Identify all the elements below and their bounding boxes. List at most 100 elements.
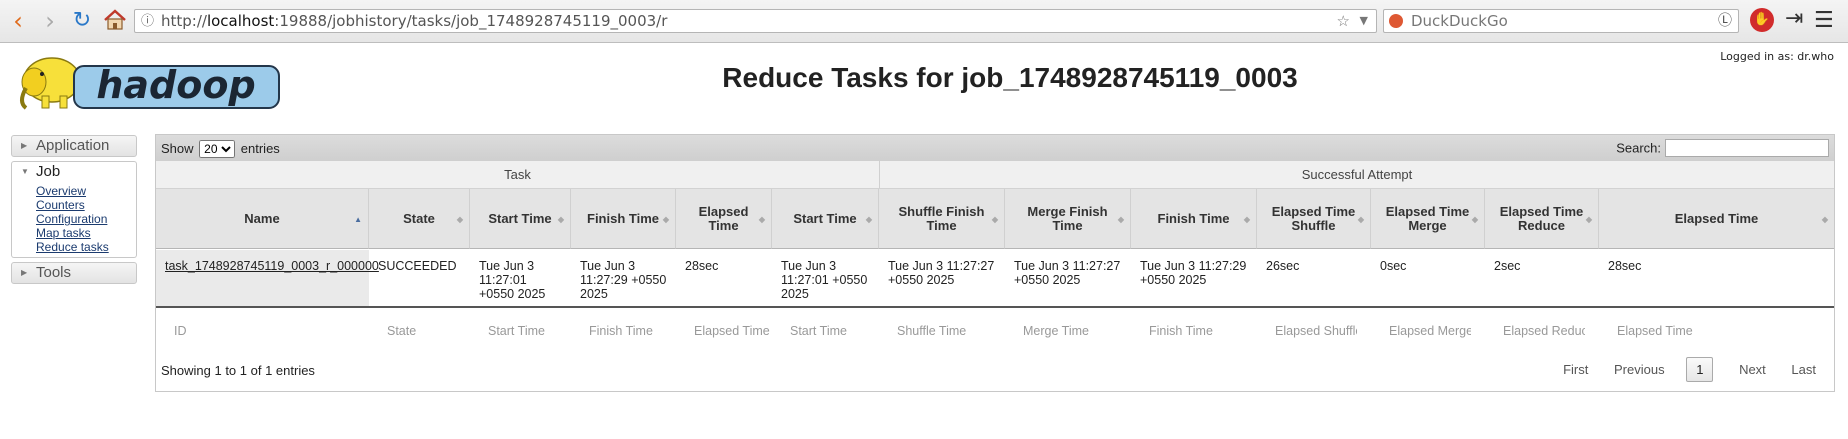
- link-map-tasks[interactable]: Map tasks: [36, 226, 136, 240]
- filter-elapsed-merge[interactable]: Elapsed Merge: [1371, 318, 1471, 344]
- group-header-successful-attempt: Successful Attempt: [880, 161, 1834, 189]
- col-elapsed-shuffle-header[interactable]: Elapsed Time Shuffle ◆: [1257, 189, 1371, 249]
- url-dropdown-icon[interactable]: ▼: [1360, 10, 1368, 32]
- col-name-header[interactable]: Name ▲: [156, 189, 369, 249]
- search-bar[interactable]: DuckDuckGo Ⓛ: [1383, 9, 1739, 33]
- sort-icon: ◆: [1117, 215, 1124, 224]
- reload-icon[interactable]: ↻: [68, 9, 96, 33]
- ublock-stop-icon[interactable]: ✋: [1750, 8, 1774, 32]
- expanded-triangle-icon: ▼: [21, 167, 29, 176]
- col-start-time-header[interactable]: Start Time ◆: [470, 189, 571, 249]
- home-icon[interactable]: [101, 9, 129, 35]
- sidebar-toggle-icon[interactable]: ⇥: [1785, 6, 1803, 31]
- sort-icon: ◆: [1471, 215, 1478, 224]
- col-elapsed-time-header[interactable]: Elapsed Time ◆: [676, 189, 772, 249]
- page-title: Reduce Tasks for job_1748928745119_0003: [722, 62, 1298, 93]
- column-header-label: Finish Time: [587, 210, 659, 226]
- column-header-label: Elapsed Time Merge: [1385, 203, 1470, 233]
- col-elapsed-reduce-header[interactable]: Elapsed Time Reduce ◆: [1485, 189, 1599, 249]
- sidebar-item-tools[interactable]: ▶ Tools: [11, 262, 137, 284]
- filter-elapsed-time-2[interactable]: Elapsed Time: [1599, 318, 1799, 344]
- menu-icon[interactable]: ☰: [1814, 8, 1834, 33]
- table-controls: Show 20 entries Search:: [156, 135, 1834, 162]
- back-icon[interactable]: ‹: [4, 9, 32, 33]
- filter-elapsed-shuffle[interactable]: Elapsed Shuffle: [1257, 318, 1357, 344]
- job-submenu: Overview Counters Configuration Map task…: [11, 182, 137, 258]
- sidebar-item-job[interactable]: ▼ Job: [11, 161, 137, 182]
- sort-icon: ◆: [1357, 215, 1364, 224]
- column-header-label: Elapsed Time Reduce: [1499, 203, 1584, 233]
- link-counters[interactable]: Counters: [36, 198, 136, 212]
- col-attempt-finish-time-header[interactable]: Finish Time ◆: [1131, 189, 1257, 249]
- sort-icon: ◆: [1243, 215, 1250, 224]
- filter-merge-time[interactable]: Merge Time: [1005, 318, 1131, 344]
- sort-icon: ◆: [758, 215, 765, 224]
- table-search-input[interactable]: [1665, 139, 1829, 157]
- cell-elapsed-reduce: 2sec: [1485, 250, 1599, 308]
- collapsed-triangle-icon: ▶: [21, 141, 28, 150]
- sort-icon: ◆: [1585, 215, 1592, 224]
- pager-last[interactable]: Last: [1791, 362, 1816, 377]
- col-finish-time-header[interactable]: Finish Time ◆: [571, 189, 676, 249]
- filter-id[interactable]: ID: [156, 318, 369, 344]
- pager-previous[interactable]: Previous: [1614, 362, 1665, 377]
- filter-finish-time[interactable]: Finish Time: [571, 318, 676, 344]
- sort-icon: ◆: [456, 215, 463, 224]
- sort-icon: ◆: [1821, 215, 1828, 224]
- filter-finish-time-2[interactable]: Finish Time: [1131, 318, 1257, 344]
- search-go-icon[interactable]: Ⓛ: [1718, 10, 1732, 32]
- filter-start-time[interactable]: Start Time: [470, 318, 571, 344]
- column-header-label: Start Time: [488, 210, 552, 226]
- collapsed-triangle-icon: ▶: [21, 268, 28, 277]
- column-header-label: Merge Finish Time: [1027, 203, 1108, 233]
- duckduckgo-icon: [1389, 14, 1403, 28]
- col-merge-finish-time-header[interactable]: Merge Finish Time ◆: [1005, 189, 1131, 249]
- pager-current[interactable]: 1: [1686, 357, 1714, 382]
- column-header-label: Elapsed Time: [698, 203, 749, 233]
- url-text: http://localhost:19888/jobhistory/tasks/…: [161, 12, 668, 30]
- sort-icon: ◆: [662, 215, 669, 224]
- site-info-icon[interactable]: ⓘ: [141, 11, 154, 33]
- sidebar-item-label: Job: [36, 163, 61, 180]
- bookmark-star-icon[interactable]: ☆: [1337, 10, 1350, 32]
- col-shuffle-finish-time-header[interactable]: Shuffle Finish Time ◆: [879, 189, 1005, 249]
- filter-state[interactable]: State: [369, 318, 470, 344]
- filter-elapsed-time[interactable]: Elapsed Time: [676, 318, 772, 344]
- column-header-label: Start Time: [793, 210, 857, 226]
- col-attempt-elapsed-header[interactable]: Elapsed Time ◆: [1599, 189, 1834, 249]
- cell-shuffle-finish-time: Tue Jun 3 11:27:27 +0550 2025: [879, 250, 1005, 308]
- table-info: Showing 1 to 1 of 1 entries: [161, 363, 315, 378]
- cell-elapsed-merge: 0sec: [1371, 250, 1485, 308]
- filter-attempt-start-time[interactable]: Start Time: [772, 318, 879, 344]
- page-length-control: Show 20 entries: [161, 140, 280, 158]
- address-bar[interactable]: ⓘ http://localhost:19888/jobhistory/task…: [134, 9, 1377, 33]
- col-attempt-start-time-header[interactable]: Start Time ◆: [772, 189, 879, 249]
- col-elapsed-merge-header[interactable]: Elapsed Time Merge ◆: [1371, 189, 1485, 249]
- pagination: First Previous 1 Next Last: [1541, 357, 1816, 382]
- show-label: Show: [161, 141, 194, 156]
- link-configuration[interactable]: Configuration: [36, 212, 136, 226]
- link-overview[interactable]: Overview: [36, 184, 136, 198]
- search-label: Search:: [1616, 140, 1661, 156]
- cell-name: task_1748928745119_0003_r_000000: [156, 250, 379, 308]
- col-state-header[interactable]: State ◆: [369, 189, 470, 249]
- forward-icon[interactable]: ›: [36, 9, 64, 33]
- link-reduce-tasks[interactable]: Reduce tasks: [36, 240, 136, 254]
- sidebar-item-application[interactable]: ▶ Application: [11, 135, 137, 157]
- cell-state: SUCCEEDED: [369, 250, 470, 308]
- filter-shuffle-time[interactable]: Shuffle Time: [879, 318, 1005, 344]
- cell-merge-finish-time: Tue Jun 3 11:27:27 +0550 2025: [1005, 250, 1131, 308]
- filter-elapsed-reduce[interactable]: Elapsed Reduce: [1485, 318, 1585, 344]
- pager-first[interactable]: First: [1563, 362, 1588, 377]
- sort-icon: ◆: [557, 215, 564, 224]
- pager-next[interactable]: Next: [1739, 362, 1766, 377]
- column-header-label: Name: [244, 210, 280, 226]
- cell-attempt-elapsed: 28sec: [1599, 250, 1834, 308]
- column-header-label: Shuffle Finish Time: [898, 203, 985, 233]
- reduce-tasks-table-panel: Show 20 entries Search: Task Successful …: [155, 134, 1835, 392]
- entries-select[interactable]: 20: [199, 140, 236, 158]
- group-header-task: Task: [156, 161, 880, 189]
- column-header-label: Elapsed Time Shuffle: [1271, 203, 1356, 233]
- column-header-label: Finish Time: [1157, 210, 1230, 226]
- task-link[interactable]: task_1748928745119_0003_r_000000: [165, 259, 379, 273]
